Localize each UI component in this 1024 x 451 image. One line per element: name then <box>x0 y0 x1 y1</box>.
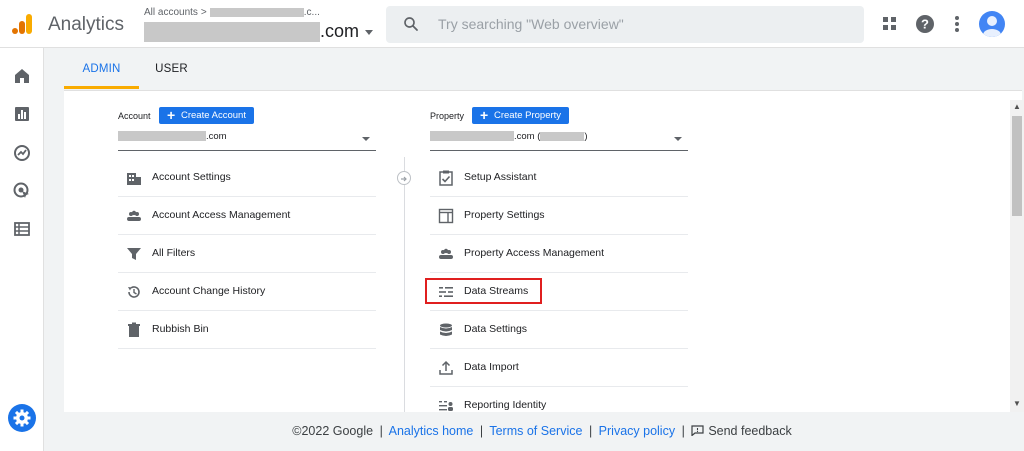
footer: ©2022 Google | Analytics home | Terms of… <box>292 424 792 438</box>
identity-icon <box>439 401 453 411</box>
menu-item-label: Rubbish Bin <box>152 323 209 335</box>
building-icon <box>127 173 141 185</box>
setup-assistant-item[interactable]: Setup Assistant <box>430 159 688 197</box>
all-filters-item[interactable]: All Filters <box>118 235 376 273</box>
list-icon[interactable] <box>12 219 32 239</box>
left-nav-rail <box>0 48 44 451</box>
property-access-management-item[interactable]: Property Access Management <box>430 235 688 273</box>
rubbish-bin-item[interactable]: Rubbish Bin <box>118 311 376 349</box>
property-selector[interactable]: .com () <box>430 131 688 151</box>
column-divider <box>404 157 405 412</box>
breadcrumb: All accounts > .c... <box>144 7 320 18</box>
menu-item-label: Setup Assistant <box>464 171 537 183</box>
account-switcher[interactable]: All accounts > .c... .com <box>144 5 374 45</box>
app-title: Analytics <box>48 14 125 35</box>
menu-item-label: Account Settings <box>152 171 231 183</box>
trash-icon <box>128 322 140 337</box>
redacted-text <box>540 131 585 141</box>
people-icon <box>439 248 453 259</box>
breadcrumb-separator: > <box>200 7 207 18</box>
scroll-down-icon[interactable]: ▼ <box>1013 399 1021 408</box>
account-name: .com <box>144 21 374 43</box>
data-streams-highlight <box>425 278 542 304</box>
chevron-down-icon <box>365 29 374 35</box>
arrow-right-icon <box>397 171 411 185</box>
analytics-home-link[interactable]: Analytics home <box>389 424 474 438</box>
menu-item-label: Property Access Management <box>464 247 605 259</box>
tab-user[interactable]: USER <box>149 48 194 90</box>
property-settings-item[interactable]: Property Settings <box>430 197 688 235</box>
menu-item-label: Data Import <box>464 361 519 373</box>
top-app-bar: Analytics All accounts > .c... .com Try se… <box>0 0 1024 48</box>
scrollbar[interactable]: ▲ ▼ <box>1010 100 1024 412</box>
account-selector[interactable]: .com <box>118 131 376 151</box>
checklist-icon <box>439 170 453 186</box>
help-icon[interactable]: ? <box>914 13 936 35</box>
plus-icon: + <box>480 107 489 123</box>
home-icon[interactable] <box>12 66 32 86</box>
filter-icon <box>127 248 141 260</box>
breadcrumb-root[interactable]: All accounts <box>144 7 198 18</box>
create-property-button[interactable]: + Create Property <box>472 107 570 124</box>
privacy-policy-link[interactable]: Privacy policy <box>599 424 675 438</box>
account-access-management-item[interactable]: Account Access Management <box>118 197 376 235</box>
copyright: ©2022 Google <box>292 424 374 438</box>
plus-icon: + <box>167 107 176 123</box>
chevron-down-icon <box>674 137 682 141</box>
more-vert-icon[interactable] <box>946 13 968 35</box>
menu-item-label: Account Change History <box>152 285 266 297</box>
redacted-text <box>144 22 320 43</box>
reporting-identity-item[interactable]: Reporting Identity <box>430 387 688 412</box>
admin-panel: Account + Create Account .com Account Set… <box>64 90 1022 412</box>
menu-item-label: Reporting Identity <box>464 399 547 411</box>
history-icon <box>128 286 140 298</box>
avatar[interactable] <box>979 11 1005 37</box>
redacted-text <box>209 7 304 17</box>
breadcrumb-tail: .c... <box>303 7 320 18</box>
advertising-icon[interactable] <box>12 181 32 201</box>
redacted-text <box>118 131 206 142</box>
chevron-down-icon <box>362 137 370 141</box>
search-placeholder: Try searching "Web overview" <box>438 16 624 32</box>
send-feedback-button[interactable]: Send feedback <box>691 424 792 438</box>
search-bar[interactable]: Try searching "Web overview" <box>386 6 864 43</box>
account-column-label: Account <box>118 111 151 121</box>
reports-icon[interactable] <box>12 104 32 124</box>
account-change-history-item[interactable]: Account Change History <box>118 273 376 311</box>
people-icon <box>127 210 141 221</box>
property-icon <box>438 208 454 224</box>
data-settings-item[interactable]: Data Settings <box>430 311 688 349</box>
svg-text:?: ? <box>921 17 929 32</box>
redacted-text <box>430 131 514 142</box>
scroll-up-icon[interactable]: ▲ <box>1013 102 1021 111</box>
scrollbar-thumb[interactable] <box>1012 116 1022 216</box>
menu-item-label: Data Settings <box>464 323 528 335</box>
search-icon <box>404 17 418 31</box>
menu-item-label: All Filters <box>152 247 196 259</box>
create-account-button[interactable]: + Create Account <box>159 107 254 124</box>
menu-item-label: Account Access Management <box>152 209 291 221</box>
feedback-icon <box>691 425 704 436</box>
property-column-label: Property <box>430 111 465 121</box>
terms-of-service-link[interactable]: Terms of Service <box>489 424 582 438</box>
active-tab-indicator <box>64 86 139 89</box>
upload-icon <box>439 360 453 375</box>
tab-admin[interactable]: ADMIN <box>64 48 139 90</box>
database-icon <box>440 323 452 336</box>
explore-icon[interactable] <box>12 143 32 163</box>
admin-tabs: ADMIN USER <box>64 48 1022 90</box>
account-avatar-icon <box>983 16 1001 37</box>
analytics-logo-icon[interactable] <box>10 12 34 36</box>
menu-item-label: Property Settings <box>464 209 545 221</box>
data-import-item[interactable]: Data Import <box>430 349 688 387</box>
apps-grid-icon[interactable] <box>879 13 901 35</box>
account-settings-item[interactable]: Account Settings <box>118 159 376 197</box>
